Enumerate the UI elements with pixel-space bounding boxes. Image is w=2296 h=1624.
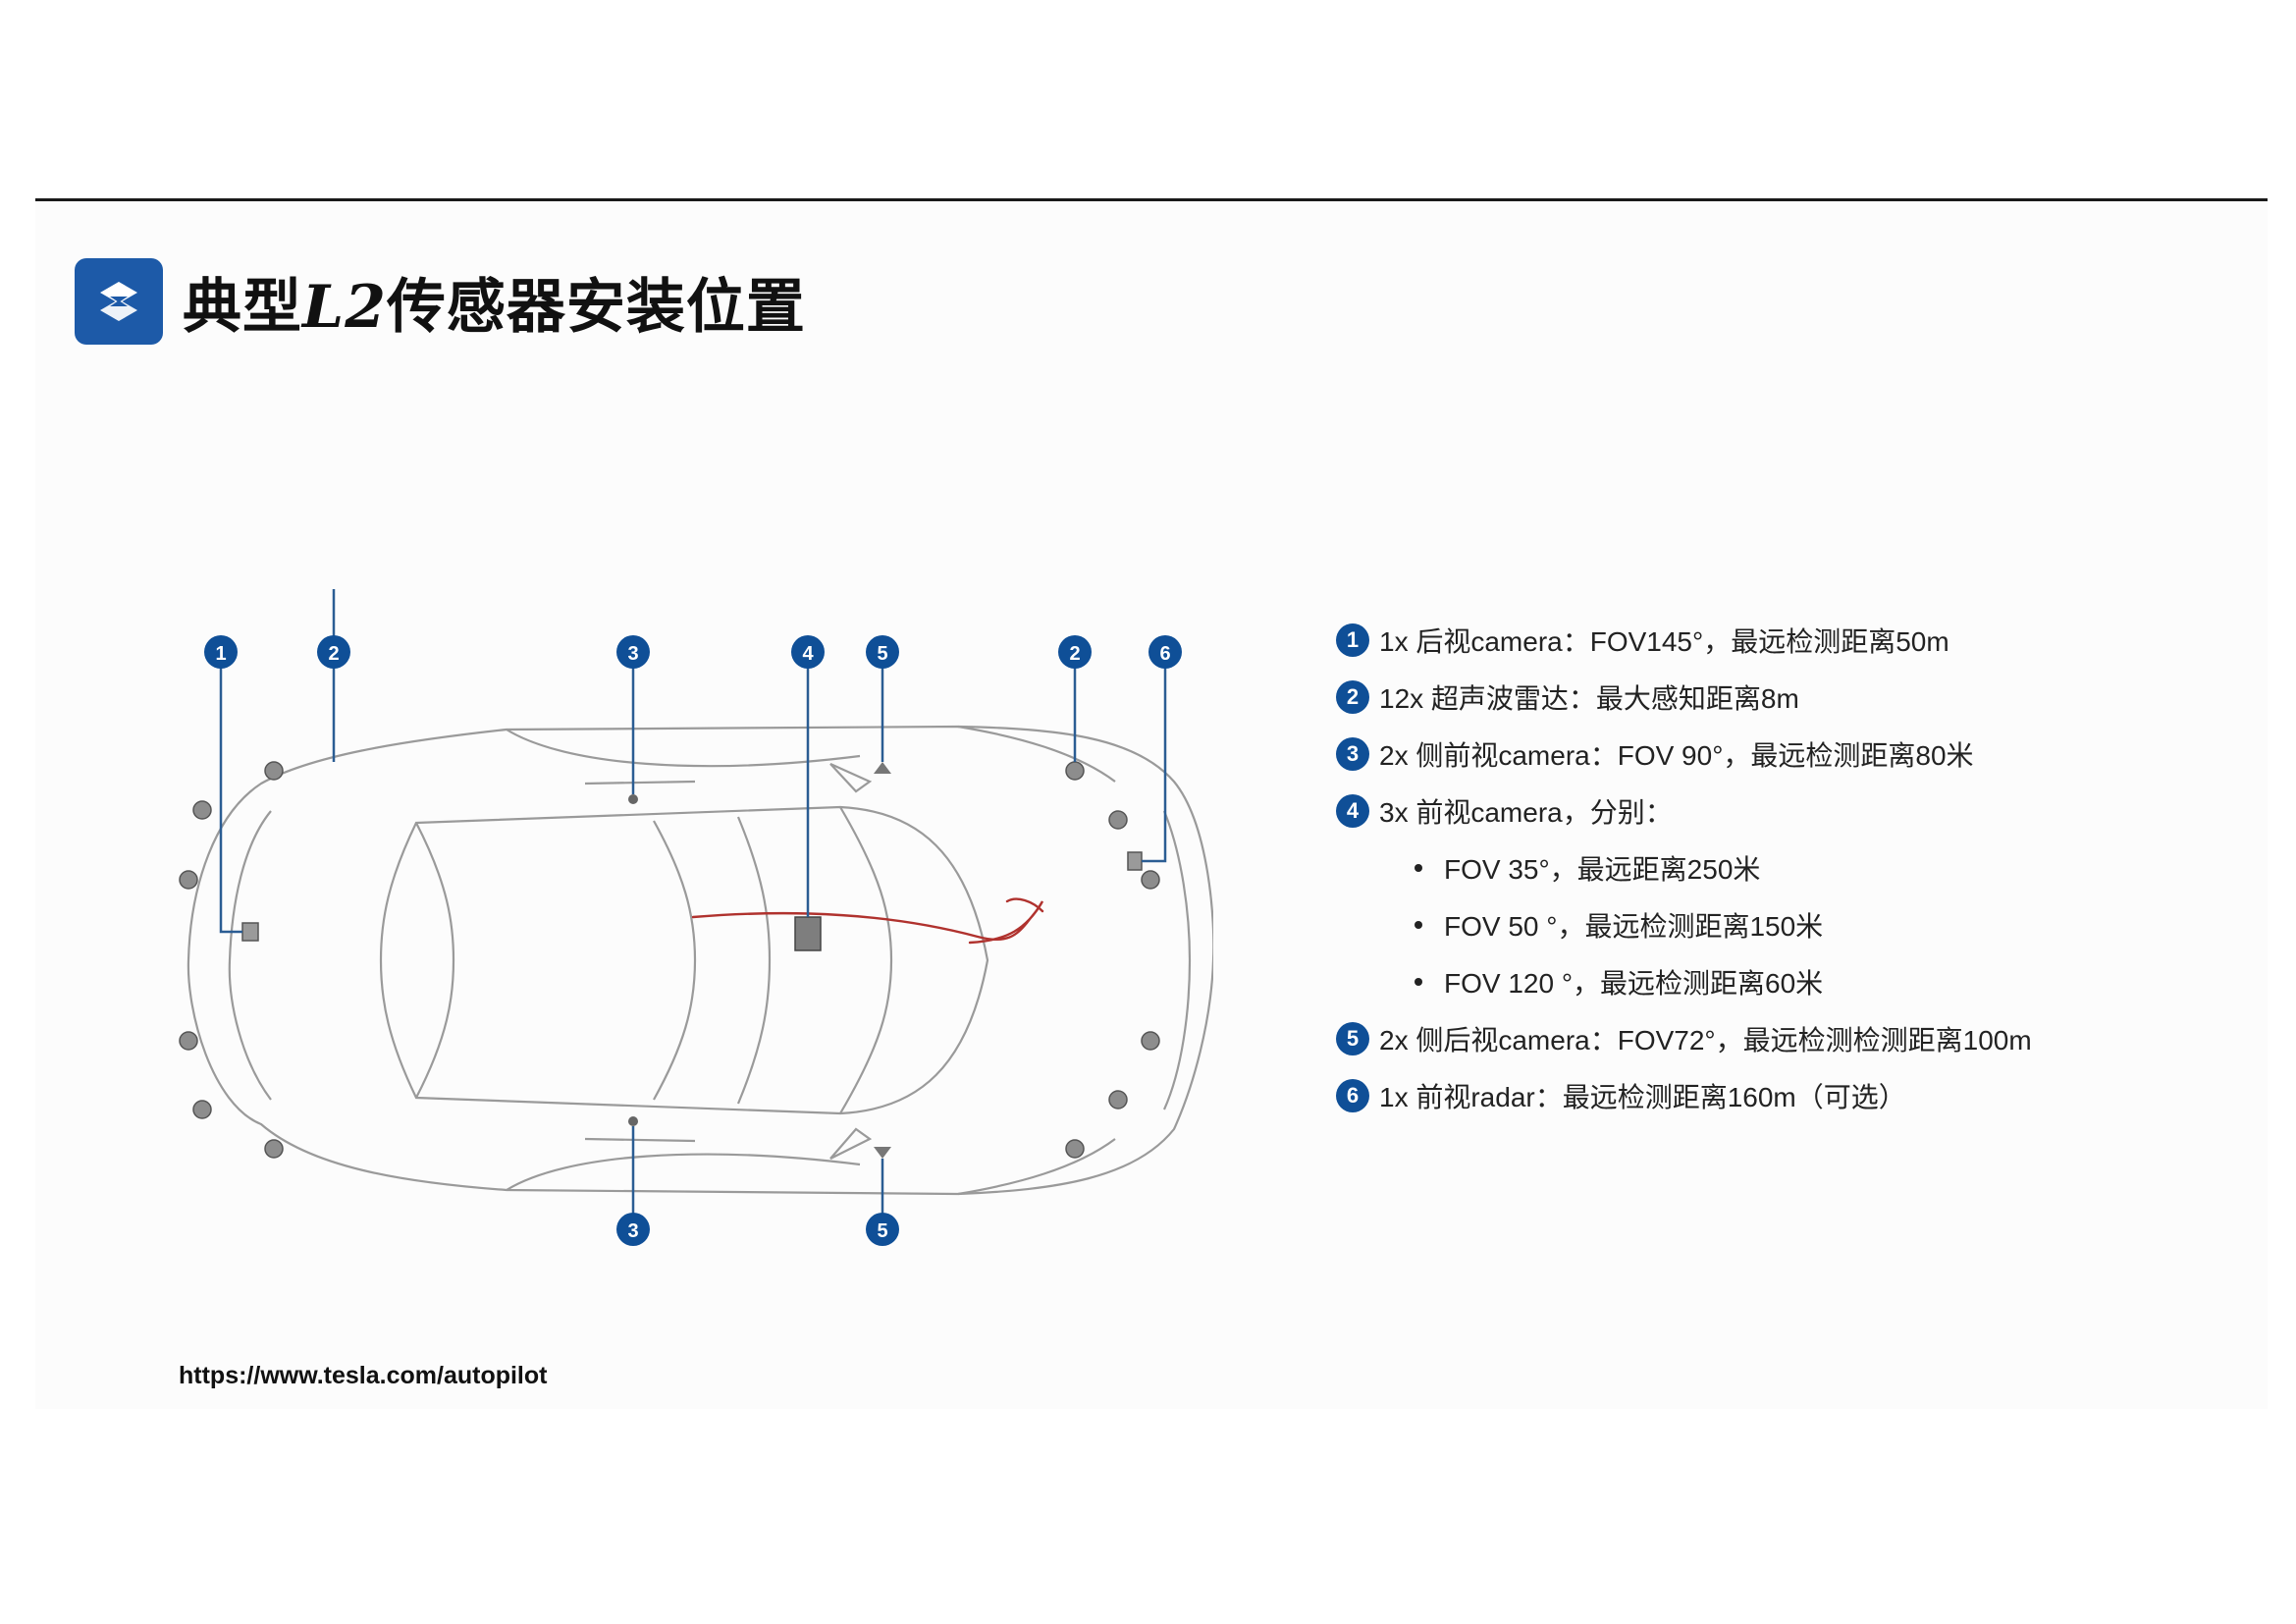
marker-5-top-label: 5 bbox=[877, 643, 887, 665]
marker-2-rear-label: 2 bbox=[328, 643, 339, 665]
source-link[interactable]: https://www.tesla.com/autopilot bbox=[179, 1362, 547, 1390]
marker-4: 4 bbox=[791, 635, 825, 669]
side-front-camera-sensor bbox=[628, 1116, 638, 1126]
leader-lines bbox=[219, 589, 1167, 1214]
marker-5-bottom-label: 5 bbox=[877, 1220, 887, 1242]
ultrasonic-sensor bbox=[179, 1031, 198, 1051]
legend-text: 1x 后视camera：FOV145°，最远检测距离50m bbox=[1379, 626, 1949, 657]
legend-badge: 1 bbox=[1336, 623, 1369, 657]
ultrasonic-sensor bbox=[1108, 1090, 1128, 1110]
subitem-text: FOV 50 °，最远检测距离150米 bbox=[1444, 911, 1824, 942]
bullet-icon bbox=[1415, 864, 1422, 872]
title-part-1: 典型 bbox=[183, 272, 302, 342]
ultrasonic-sensor bbox=[1065, 1139, 1085, 1159]
ultrasonic-sensor bbox=[192, 800, 212, 820]
side-rear-camera-sensor bbox=[874, 762, 891, 774]
ultrasonic-sensor bbox=[1108, 810, 1128, 830]
ultrasonic-sensor bbox=[264, 1139, 284, 1159]
marker-6-label: 6 bbox=[1159, 643, 1170, 665]
marker-1-label: 1 bbox=[215, 643, 226, 665]
legend-item-rear-camera: 1 1x 后视camera：FOV145°，最远检测距离50m bbox=[1336, 612, 2032, 669]
title-part-3: 传感器安装位置 bbox=[386, 272, 806, 342]
subitem-text: FOV 35°，最远距离250米 bbox=[1444, 854, 1761, 885]
legend-item-ultrasonic: 2 12x 超声波雷达：最大感知距离8m bbox=[1336, 669, 2032, 726]
header: 典型L2传感器安装位置 bbox=[75, 258, 806, 345]
marker-6: 6 bbox=[1148, 635, 1182, 669]
legend-badge: 4 bbox=[1336, 794, 1369, 828]
slide: 典型L2传感器安装位置 1 2 3 4 5 2 6 3 5 1 1x 后视cam… bbox=[35, 198, 2268, 1409]
marker-2-rear: 2 bbox=[317, 635, 350, 669]
bullet-icon bbox=[1415, 921, 1422, 929]
side-front-camera-sensor bbox=[628, 794, 638, 804]
title-part-2: L2 bbox=[302, 272, 387, 342]
ultrasonic-sensor bbox=[1141, 1031, 1160, 1051]
marker-3-top: 3 bbox=[616, 635, 650, 669]
front-radar-sensor bbox=[1127, 851, 1143, 871]
hand-drawn-arrow-annotation bbox=[691, 897, 1044, 945]
marker-5-bottom: 5 bbox=[866, 1213, 899, 1246]
legend-text: 3x 前视camera，分别： bbox=[1379, 797, 1673, 828]
marker-3-bottom: 3 bbox=[616, 1213, 650, 1246]
logo-icon bbox=[75, 258, 163, 345]
front-camera-subitem: FOV 35°，最远距离250米 bbox=[1336, 839, 2032, 896]
legend-badge: 6 bbox=[1336, 1079, 1369, 1112]
front-camera-subitem: FOV 120 °，最远检测距离60米 bbox=[1336, 953, 2032, 1010]
legend-item-front-radar: 6 1x 前视radar：最远检测距离160m（可选） bbox=[1336, 1067, 2032, 1124]
marker-3-top-label: 3 bbox=[627, 643, 638, 665]
marker-1: 1 bbox=[204, 635, 238, 669]
legend-text: 12x 超声波雷达：最大感知距离8m bbox=[1379, 683, 1799, 714]
legend-badge: 2 bbox=[1336, 680, 1369, 714]
legend-item-front-camera: 4 3x 前视camera，分别： bbox=[1336, 783, 2032, 839]
marker-5-top: 5 bbox=[866, 635, 899, 669]
rear-camera-sensor bbox=[241, 922, 259, 942]
marker-4-label: 4 bbox=[802, 643, 814, 665]
sensor-legend: 1 1x 后视camera：FOV145°，最远检测距离50m 2 12x 超声… bbox=[1336, 612, 2032, 1124]
marker-3-bottom-label: 3 bbox=[627, 1220, 638, 1242]
front-camera-subitem: FOV 50 °，最远检测距离150米 bbox=[1336, 896, 2032, 953]
ultrasonic-sensor bbox=[1141, 870, 1160, 890]
car-sensor-diagram: 1 2 3 4 5 2 6 3 5 bbox=[179, 589, 1213, 1246]
legend-text: 2x 侧后视camera：FOV72°，最远检测检测距离100m bbox=[1379, 1025, 2032, 1056]
subitem-text: FOV 120 °，最远检测距离60米 bbox=[1444, 968, 1824, 999]
legend-text: 1x 前视radar：最远检测距离160m（可选） bbox=[1379, 1082, 1906, 1112]
marker-2-front: 2 bbox=[1058, 635, 1092, 669]
ultrasonic-sensor bbox=[179, 870, 198, 890]
ultrasonic-sensor bbox=[264, 761, 284, 781]
page-title: 典型L2传感器安装位置 bbox=[183, 259, 806, 345]
car-outline bbox=[187, 725, 1213, 1196]
front-camera-sensor bbox=[794, 916, 822, 951]
bullet-icon bbox=[1415, 978, 1422, 986]
legend-badge: 5 bbox=[1336, 1022, 1369, 1056]
legend-item-side-rear-camera: 5 2x 侧后视camera：FOV72°，最远检测检测距离100m bbox=[1336, 1010, 2032, 1067]
marker-2-front-label: 2 bbox=[1069, 643, 1080, 665]
legend-text: 2x 侧前视camera：FOV 90°，最远检测距离80米 bbox=[1379, 740, 1974, 771]
legend-item-side-front-camera: 3 2x 侧前视camera：FOV 90°，最远检测距离80米 bbox=[1336, 726, 2032, 783]
ultrasonic-sensors bbox=[179, 761, 1160, 1159]
ultrasonic-sensor bbox=[192, 1100, 212, 1119]
legend-badge: 3 bbox=[1336, 737, 1369, 771]
ultrasonic-sensor bbox=[1065, 761, 1085, 781]
side-rear-camera-sensor bbox=[874, 1147, 891, 1159]
